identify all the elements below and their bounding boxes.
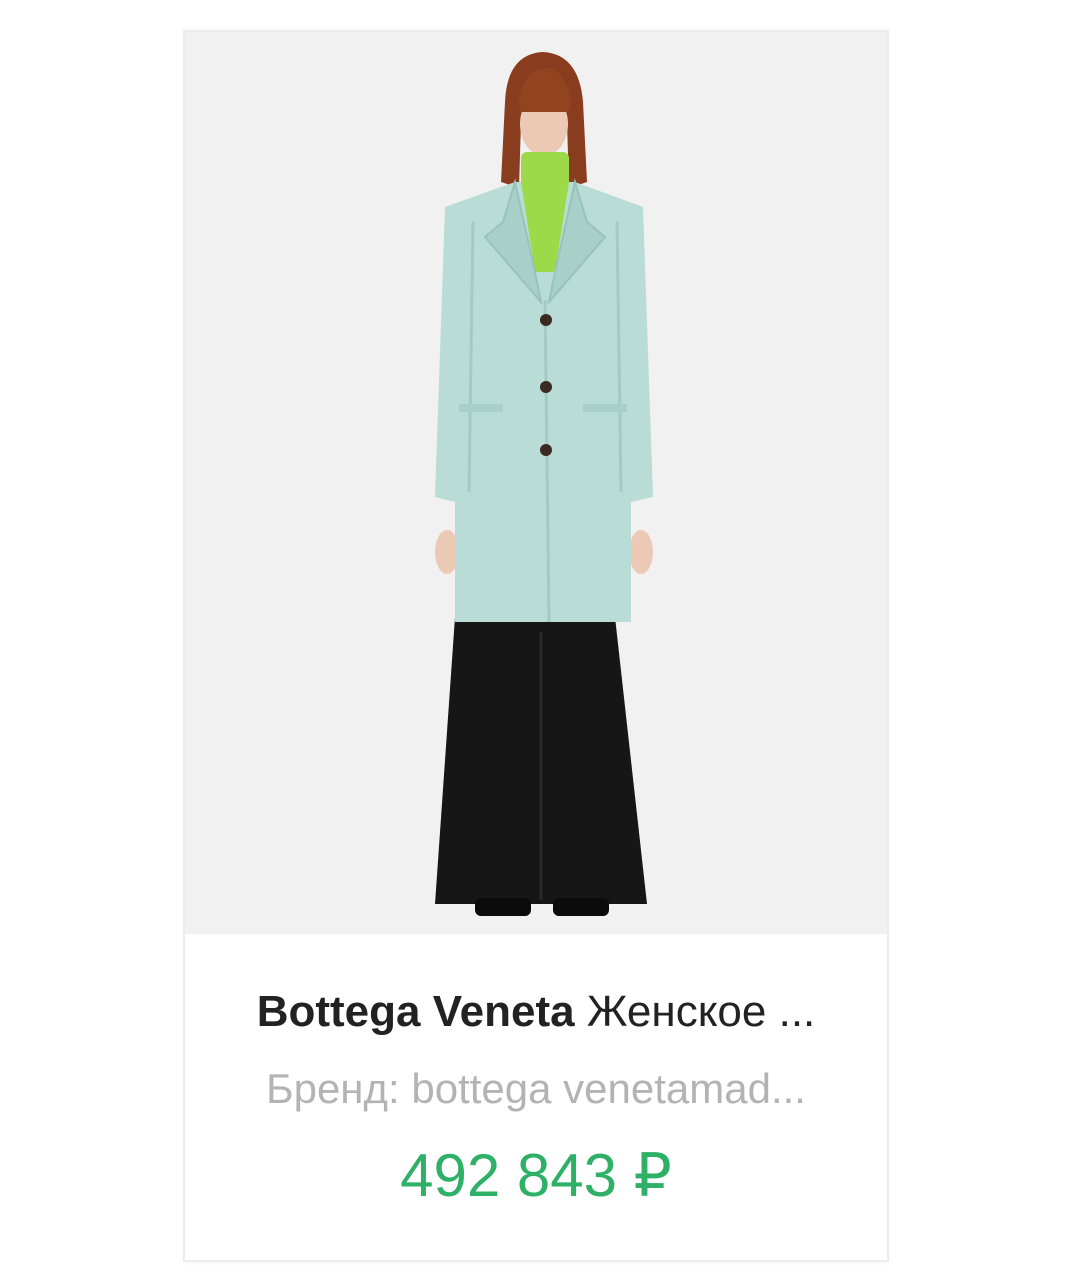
product-brand: Bottega Veneta: [256, 987, 575, 1036]
product-title[interactable]: Bottega Veneta Женское ...: [215, 984, 857, 1040]
product-name: Женское ...: [586, 987, 816, 1036]
coat-button: [540, 314, 552, 326]
product-info: Bottega Veneta Женское ... Бренд: botteg…: [185, 934, 887, 1260]
product-price: 492 843 ₽: [400, 1142, 672, 1209]
shoe-right: [553, 898, 609, 916]
model-illustration: [435, 52, 653, 916]
coat-button: [540, 381, 552, 393]
product-card[interactable]: Bottega Veneta Женское ... Бренд: botteg…: [183, 30, 889, 1262]
product-subtitle: Бренд: bottega venetamad...: [266, 1065, 806, 1112]
product-photo[interactable]: [185, 32, 887, 934]
coat-button: [540, 444, 552, 456]
shoe-left: [475, 898, 531, 916]
